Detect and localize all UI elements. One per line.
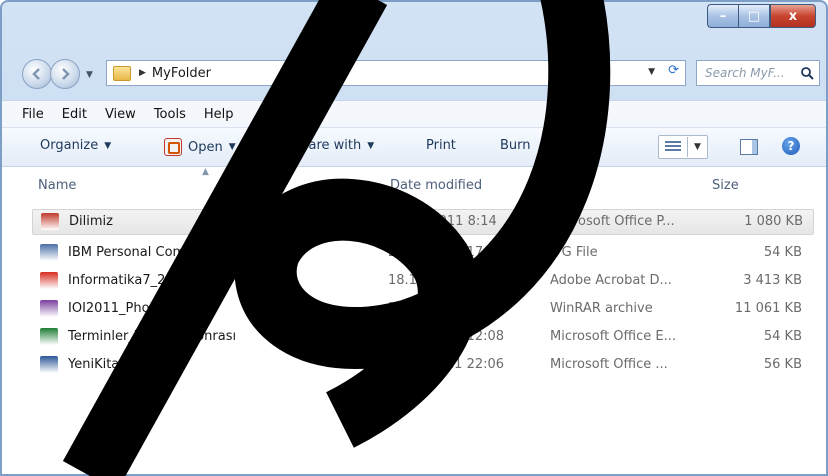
search-input[interactable]: Search MyF...	[705, 66, 800, 80]
maximize-button[interactable]: □	[738, 4, 770, 28]
menu-file[interactable]: File	[22, 107, 44, 122]
file-row[interactable]: Dilimiz 18.02.2011 8:14 Microsoft Office…	[32, 209, 814, 235]
file-name: IBM Personal Computer	[68, 245, 221, 260]
column-type[interactable]: Type	[552, 178, 582, 193]
menu-edit[interactable]: Edit	[62, 107, 87, 122]
share-with-label: Share with	[292, 138, 362, 153]
pdf-icon	[40, 272, 58, 289]
close-button[interactable]: x	[770, 4, 816, 28]
file-row[interactable]: Informatika7_2011 18.12.2012 22:53 Adobe…	[32, 269, 812, 293]
explorer-window: – □ x ▼ ▶ MyFolder ▼ ⟳ Search MyF... Fil…	[0, 0, 828, 476]
file-date: 21.10.2013 12:57	[388, 301, 505, 316]
caption-buttons: – □ x	[707, 4, 816, 28]
open-button[interactable]: Open ▼	[164, 138, 236, 156]
file-date: 28.12.2005 17:44	[388, 245, 505, 260]
file-date: 18.02.2011 8:14	[389, 214, 497, 229]
chevron-down-icon: ▼	[228, 142, 236, 152]
winrar-icon	[40, 300, 58, 317]
command-bar: Organize ▼ Open ▼ Share with ▼ Print Burn »…	[2, 128, 826, 167]
file-name: IOI2011_Photo	[68, 301, 163, 316]
search-icon[interactable]	[800, 66, 814, 80]
burn-label: Burn	[500, 138, 531, 153]
column-date-modified[interactable]: Date modified	[390, 178, 482, 193]
change-view-button[interactable]: ▼	[658, 135, 708, 159]
title-bar: – □ x	[2, 2, 826, 50]
file-size: 1 080 KB	[744, 214, 803, 229]
more-commands-button[interactable]: »	[562, 138, 570, 153]
open-label: Open	[188, 139, 223, 155]
file-type: Microsoft Office P...	[551, 214, 675, 229]
column-name[interactable]: Name	[38, 178, 76, 193]
word-icon	[40, 356, 58, 373]
breadcrumb-separator-icon[interactable]: ▶	[139, 68, 146, 78]
file-size: 54 KB	[763, 245, 802, 260]
excel-icon	[40, 328, 58, 345]
file-name: YeniKitablar	[68, 357, 145, 372]
share-with-button[interactable]: Share with ▼	[292, 138, 374, 153]
print-label: Print	[426, 138, 456, 153]
file-row[interactable]: YeniKitablar 15.10.2011 22:06 Microsoft …	[32, 353, 812, 377]
forward-arrow-icon	[62, 68, 70, 80]
recent-pages-dropdown[interactable]: ▼	[86, 70, 93, 80]
burn-button[interactable]: Burn	[500, 138, 531, 153]
file-type: Adobe Acrobat D...	[550, 273, 672, 288]
organize-label: Organize	[40, 138, 99, 153]
preview-pane-icon[interactable]	[740, 139, 758, 155]
details-view-icon	[665, 141, 681, 153]
address-bar[interactable]: ▶ MyFolder ▼ ⟳	[106, 60, 686, 86]
forward-button[interactable]	[50, 59, 80, 89]
file-row[interactable]: IBM Personal Computer 28.12.2005 17:44 J…	[32, 241, 812, 265]
view-dropdown-icon[interactable]: ▼	[694, 142, 701, 152]
help-icon[interactable]: ?	[782, 137, 800, 155]
file-size: 11 061 KB	[734, 301, 802, 316]
breadcrumb-myfolder[interactable]: MyFolder	[152, 66, 211, 81]
menu-view[interactable]: View	[105, 107, 136, 122]
menu-bar: File Edit View Tools Help	[2, 100, 826, 128]
file-name: Informatika7_2011	[68, 273, 191, 288]
back-button[interactable]	[22, 59, 52, 89]
file-name: Dilimiz	[69, 214, 113, 229]
organize-button[interactable]: Organize ▼	[40, 138, 111, 153]
file-date: 18.12.2012 22:53	[388, 273, 505, 288]
file-row[interactable]: Terminler_Toplantı sonrası 14.09.2013 12…	[32, 325, 812, 349]
navigation-bar: ▼ ▶ MyFolder ▼ ⟳ Search MyF...	[2, 52, 826, 92]
file-type: Microsoft Office E...	[550, 329, 676, 344]
file-type: Microsoft Office ...	[550, 357, 668, 372]
print-button[interactable]: Print	[426, 138, 456, 153]
image-icon	[40, 244, 58, 261]
powerpoint-icon	[41, 213, 59, 230]
refresh-icon[interactable]: ⟳	[668, 63, 679, 78]
column-size[interactable]: Size	[712, 178, 739, 193]
chevron-down-icon: ▼	[104, 140, 112, 151]
menu-tools[interactable]: Tools	[154, 107, 186, 122]
file-date: 14.09.2013 12:08	[388, 329, 505, 344]
file-size: 56 KB	[763, 357, 802, 372]
file-size: 3 413 KB	[743, 273, 802, 288]
search-box[interactable]: Search MyF...	[696, 60, 820, 86]
view-divider	[687, 137, 688, 157]
office-open-icon	[164, 138, 182, 156]
back-arrow-icon	[32, 68, 40, 80]
address-dropdown-icon[interactable]: ▼	[648, 67, 655, 77]
chevron-down-icon: ▼	[367, 140, 375, 151]
file-date: 15.10.2011 22:06	[388, 357, 505, 372]
file-type: WinRAR archive	[550, 301, 653, 316]
menu-help[interactable]: Help	[204, 107, 234, 122]
more-label: »	[562, 138, 570, 153]
file-name: Terminler_Toplantı sonrası	[68, 329, 237, 344]
column-header-row: ▲ Name Date modified Type Size	[2, 167, 826, 203]
sort-ascending-icon: ▲	[202, 167, 209, 177]
folder-icon	[113, 65, 131, 81]
minimize-button[interactable]: –	[707, 4, 738, 28]
file-type: JPG File	[550, 245, 598, 260]
file-size: 54 KB	[763, 329, 802, 344]
file-row[interactable]: IOI2011_Photo 21.10.2013 12:57 WinRAR ar…	[32, 297, 812, 321]
file-list: ▲ Name Date modified Type Size Dilimiz 1…	[2, 167, 826, 474]
